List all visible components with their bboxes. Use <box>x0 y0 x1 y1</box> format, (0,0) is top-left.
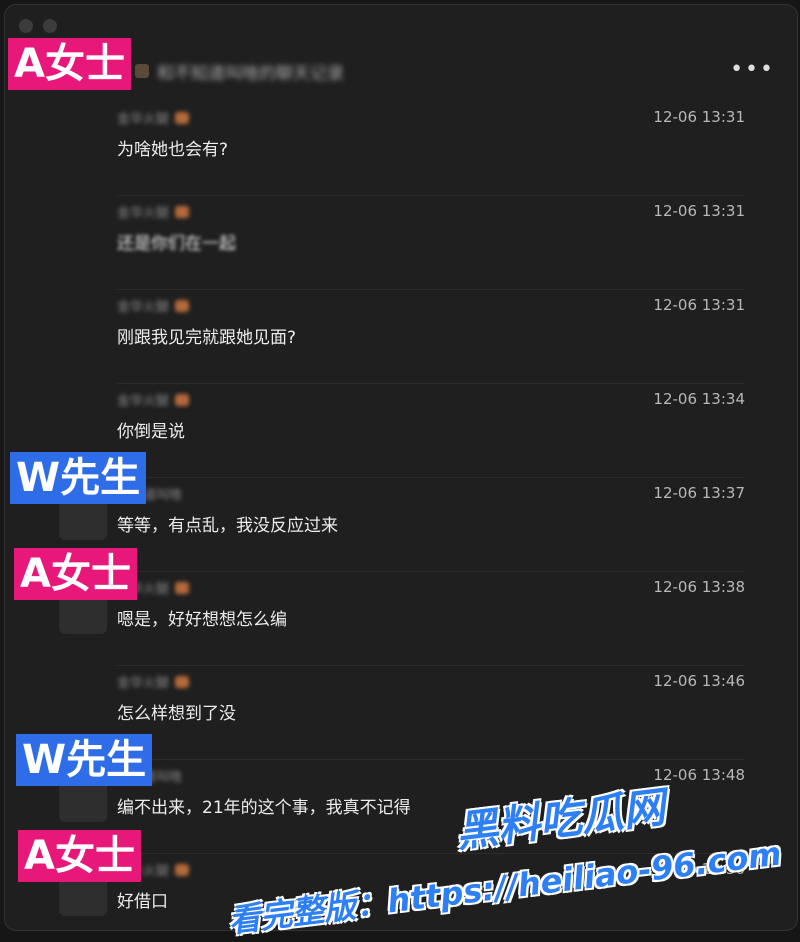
message-text: 刚跟我见完就跟她见面? <box>117 328 297 348</box>
speaker-label-w: W先生 <box>16 734 153 786</box>
more-dots-icon[interactable]: ••• <box>730 57 775 82</box>
message-text: 为啥她也会有? <box>117 140 229 160</box>
window-controls <box>19 19 57 33</box>
close-window-button[interactable] <box>19 19 33 33</box>
message-sender: 金华火腿 <box>117 390 190 409</box>
message-time: 12-06 13:46 <box>653 672 745 690</box>
speaker-label-a: A女士 <box>14 548 137 600</box>
chat-avatar-icon <box>135 64 149 78</box>
message-row: 金华火腿 12-06 13:31 还是你们在一起 <box>5 196 797 290</box>
message-text: 还是你们在一起 <box>117 234 236 254</box>
message-time: 12-06 13:37 <box>653 484 745 502</box>
message-time: 12-06 13:31 <box>653 296 745 314</box>
message-time: 12-06 13:34 <box>653 390 745 408</box>
chat-title: 和不知道叫啥的聊天记录 <box>157 63 344 84</box>
message-text: 等等，有点乱，我没反应过来 <box>117 516 338 536</box>
message-text: 好借口 <box>117 892 168 912</box>
speaker-label-a: A女士 <box>18 830 141 882</box>
message-time: 12-06 13:38 <box>653 578 745 596</box>
message-row: 金华火腿 12-06 13:31 刚跟我见完就跟她见面? <box>5 290 797 384</box>
speaker-label-a: A女士 <box>8 38 131 90</box>
message-text: 你倒是说 <box>117 422 185 442</box>
message-time: 12-06 13:31 <box>653 202 745 220</box>
message-text: 嗯是，好好想想怎么编 <box>117 610 287 630</box>
message-sender: 金华火腿 <box>117 296 190 315</box>
minimize-window-button[interactable] <box>43 19 57 33</box>
speaker-label-w: W先生 <box>10 452 147 504</box>
message-text: 怎么样想到了没 <box>117 704 236 724</box>
chat-header: 和不知道叫啥的聊天记录 <box>135 53 344 89</box>
message-time: 12-06 13:31 <box>653 108 745 126</box>
message-row: 金华火腿 12-06 13:31 为啥她也会有? <box>5 102 797 196</box>
message-sender: 金华火腿 <box>117 672 190 691</box>
message-sender: 金华火腿 <box>117 108 190 127</box>
message-sender: 金华火腿 <box>117 202 190 221</box>
